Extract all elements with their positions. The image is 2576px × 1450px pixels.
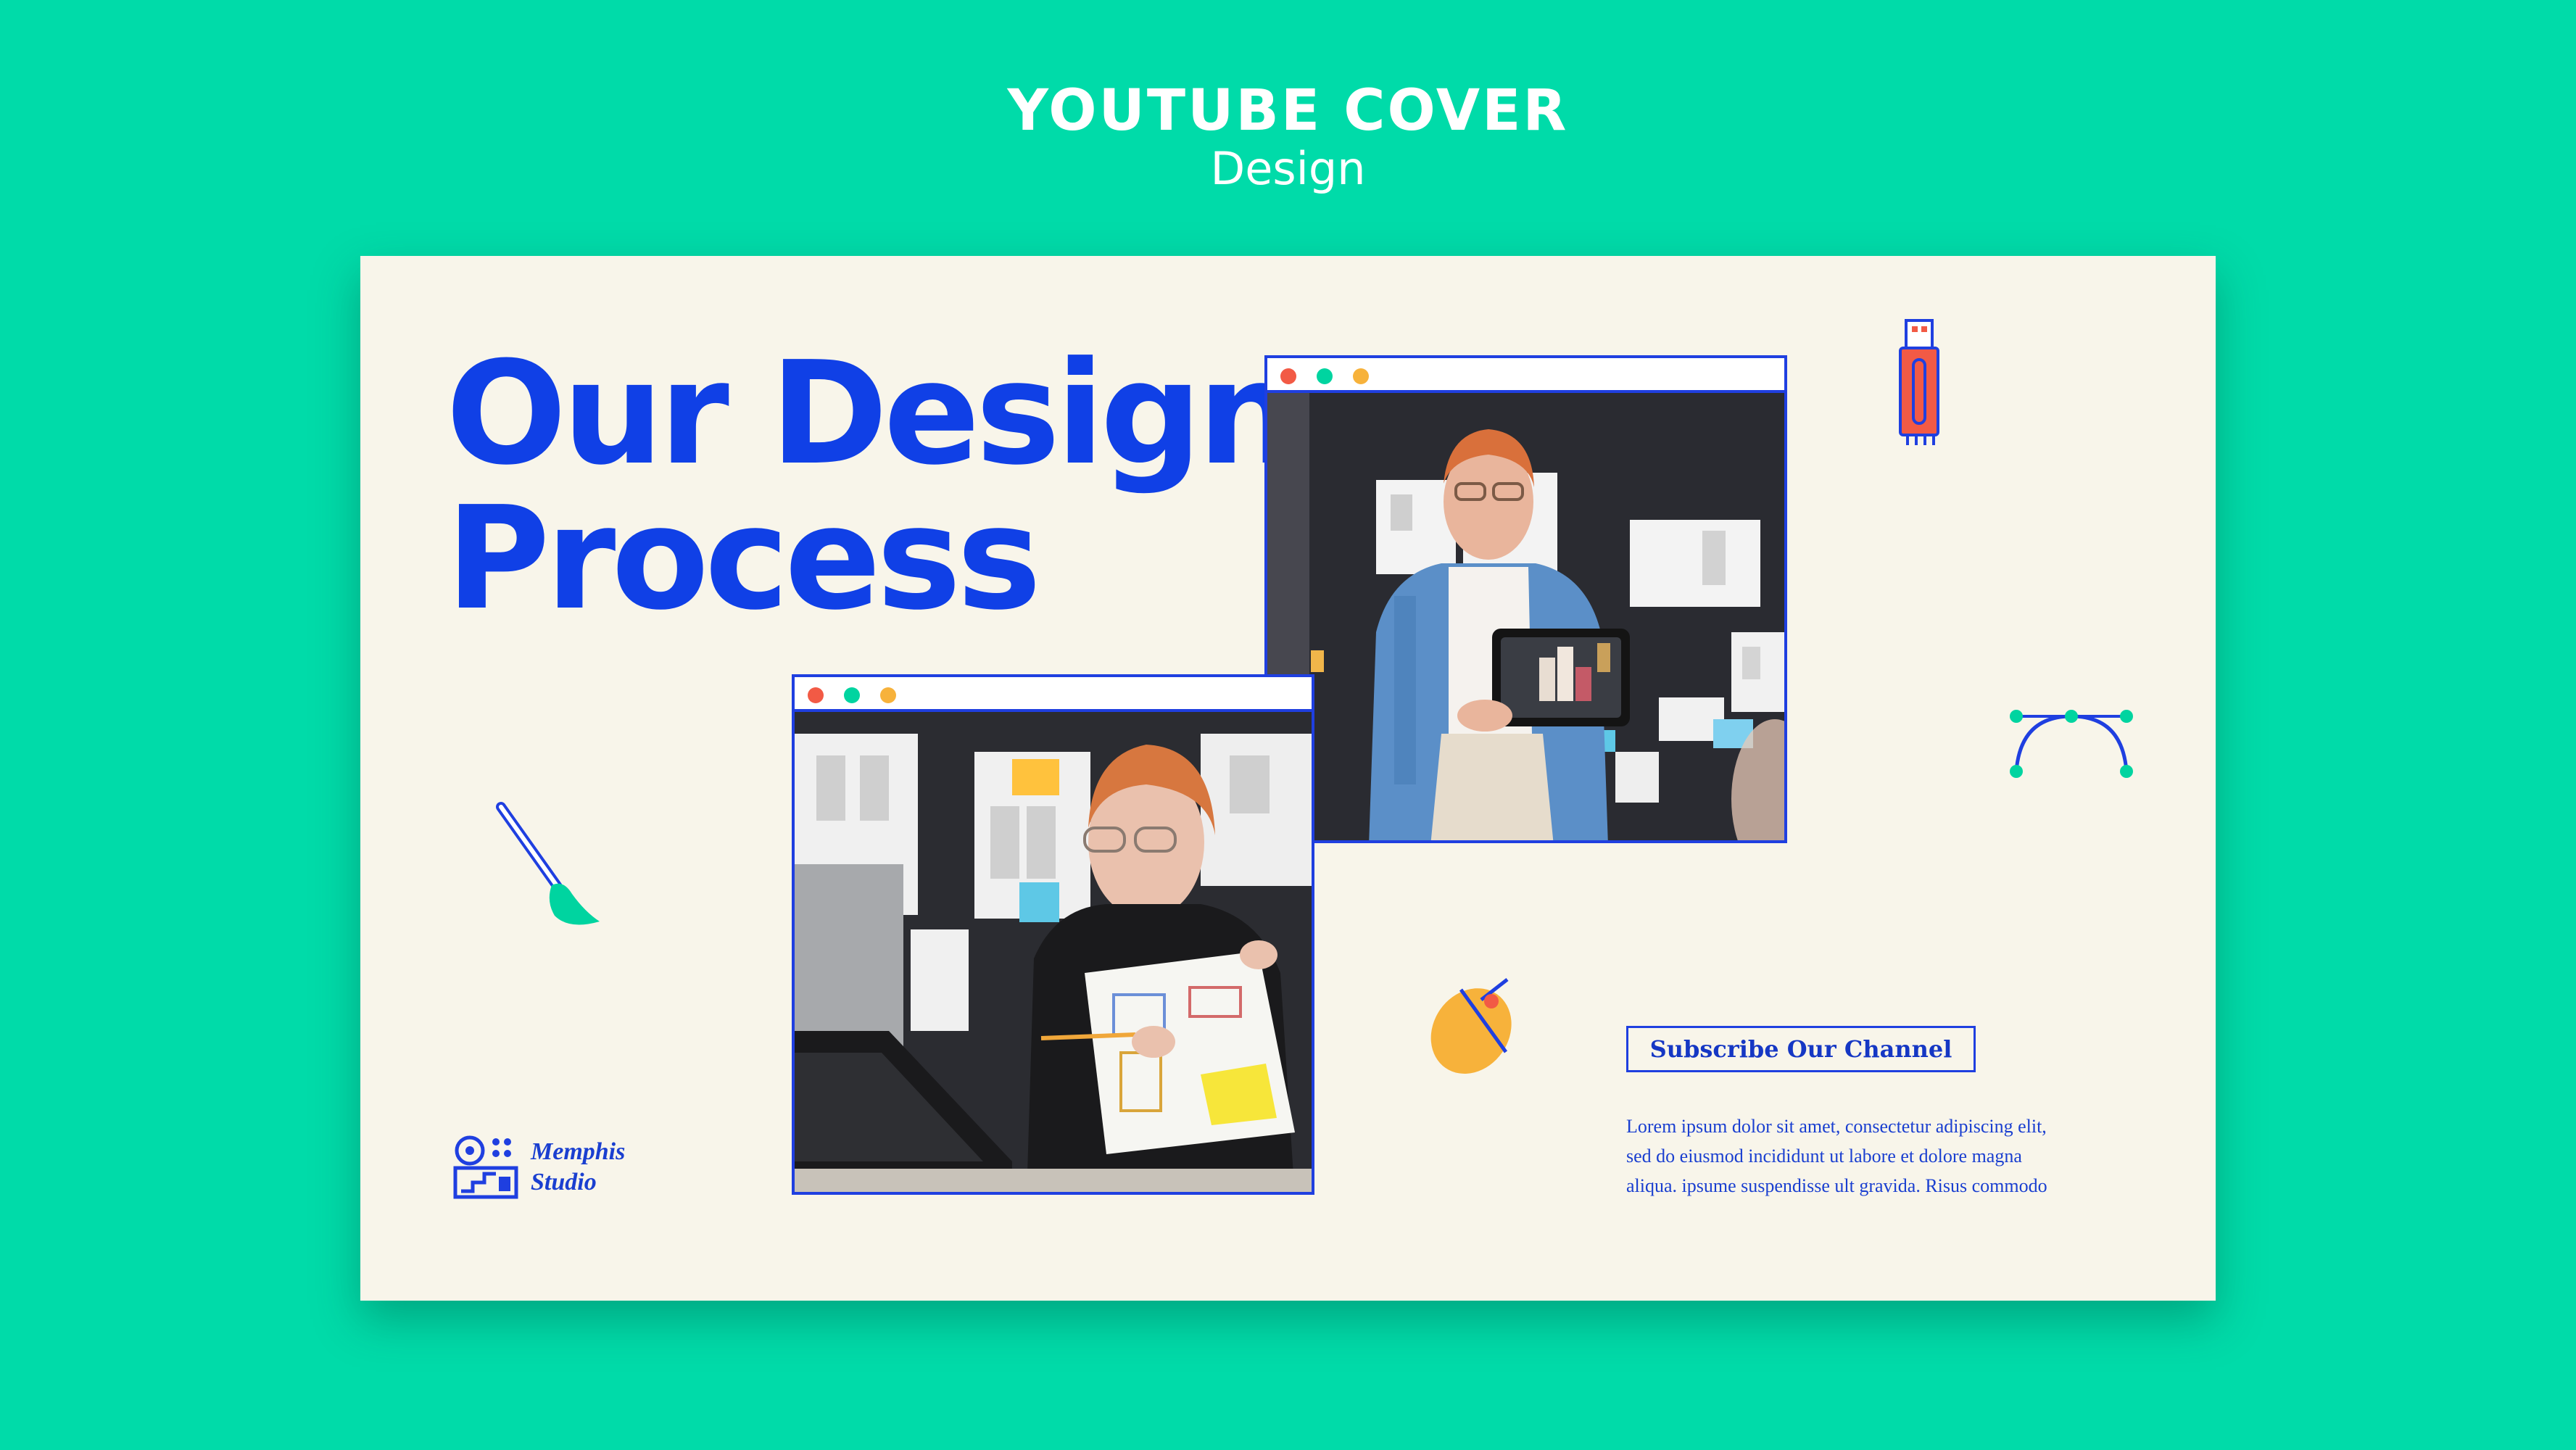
channel-description: Lorem ipsum dolor sit amet, consectetur … bbox=[1626, 1111, 2155, 1201]
window-dot-yellow bbox=[1353, 368, 1369, 384]
mouse-icon bbox=[1430, 978, 1512, 1074]
photo-woman-with-tablet bbox=[1267, 393, 1784, 840]
logo-line-2: Studio bbox=[531, 1169, 597, 1196]
window-dot-yellow bbox=[880, 687, 896, 703]
cover-card: Our Design Process Memphis Studio Subscr… bbox=[360, 256, 2216, 1301]
cover-title: YOUTUBE COVER bbox=[1007, 78, 1569, 144]
description-line-2: sed do eiusmod incididunt ut labore et d… bbox=[1626, 1146, 2022, 1167]
memphis-studio-logo-icon bbox=[453, 1135, 518, 1199]
memphis-studio-wordmark: Memphis Studio bbox=[531, 1137, 625, 1198]
headline: Our Design Process bbox=[446, 331, 1299, 642]
window-dot-red bbox=[808, 687, 824, 703]
paintbrush-icon bbox=[496, 802, 600, 925]
window-title-bar bbox=[1267, 358, 1784, 393]
description-line-3: aliqua. ipsume suspendisse ult gravida. … bbox=[1626, 1175, 2047, 1196]
description-line-1: Lorem ipsum dolor sit amet, consectetur … bbox=[1626, 1116, 2047, 1137]
usb-drive-icon bbox=[1899, 319, 1939, 445]
window-dot-red bbox=[1280, 368, 1296, 384]
bezier-curve-icon bbox=[2010, 710, 2133, 778]
window-dot-green bbox=[844, 687, 860, 703]
headline-line-2: Process bbox=[446, 476, 1041, 642]
headline-line-1: Our Design bbox=[446, 331, 1299, 497]
window-dot-green bbox=[1317, 368, 1333, 384]
photo-window-bottom bbox=[792, 674, 1314, 1195]
cover-subtitle: Design bbox=[1210, 142, 1366, 195]
photo-window-top bbox=[1264, 355, 1787, 843]
photo-woman-with-wireframe bbox=[795, 712, 1312, 1192]
logo-line-1: Memphis bbox=[531, 1138, 626, 1165]
window-title-bar bbox=[795, 677, 1312, 712]
subscribe-button[interactable]: Subscribe Our Channel bbox=[1626, 1026, 1976, 1072]
